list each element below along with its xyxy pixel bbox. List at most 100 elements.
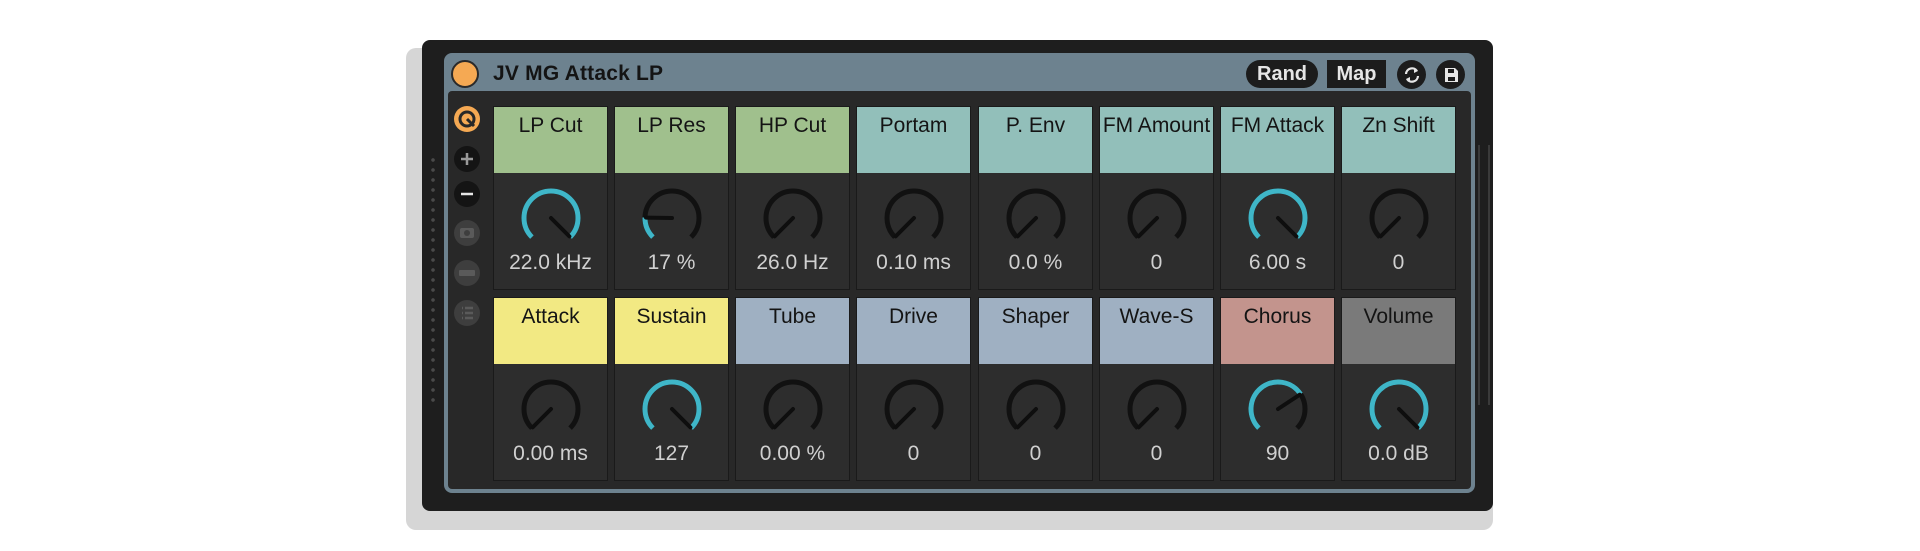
device-power-button[interactable] — [451, 60, 479, 88]
macro-knob[interactable] — [1003, 185, 1069, 251]
macro-cell: Zn Shift 0 — [1341, 106, 1456, 290]
macro-name-label[interactable]: Zn Shift — [1342, 107, 1455, 173]
knob-track — [1127, 379, 1187, 430]
macro-knob[interactable] — [760, 185, 826, 251]
macro-name-label[interactable]: HP Cut — [736, 107, 849, 173]
macro-cell: LP Cut 22.0 kHz — [493, 106, 608, 290]
knob-value-arc — [1248, 379, 1303, 430]
left-drag-grip[interactable] — [428, 155, 438, 405]
snapshot-icon[interactable] — [452, 218, 482, 248]
knob-track — [1006, 379, 1066, 430]
macro-cell: Sustain 127 — [614, 297, 729, 481]
macro-knob[interactable] — [1124, 185, 1190, 251]
knob-value-arc — [521, 188, 581, 239]
remove-macro-icon[interactable] — [452, 179, 482, 209]
macro-value: 0.00 % — [759, 442, 826, 465]
save-icon[interactable] — [1436, 60, 1465, 89]
macro-name-label[interactable]: Shaper — [979, 298, 1092, 364]
macro-knob[interactable] — [1003, 376, 1069, 442]
macro-knob[interactable] — [518, 185, 584, 251]
macro-name-label[interactable]: FM Amount — [1100, 107, 1213, 173]
macro-value: 6.00 s — [1248, 251, 1307, 274]
macro-knob[interactable] — [1366, 185, 1432, 251]
knob-track — [1369, 188, 1429, 239]
macro-knob[interactable] — [1245, 185, 1311, 251]
knob-track — [1006, 188, 1066, 239]
macro-cell: Shaper 0 — [978, 297, 1093, 481]
knob-needle — [670, 407, 693, 430]
knob-needle — [1276, 216, 1299, 239]
knob-needle — [1397, 407, 1420, 430]
macro-value: 0.00 ms — [513, 442, 588, 465]
macro-cell: FM Amount 0 — [1099, 106, 1214, 290]
macro-knob[interactable] — [881, 376, 947, 442]
macro-value: 22.0 kHz — [509, 251, 592, 274]
knob-needle — [893, 407, 916, 430]
macro-name-label[interactable]: Chorus — [1221, 298, 1334, 364]
macro-knob[interactable] — [760, 376, 826, 442]
macro-value: 0.0 % — [1008, 251, 1063, 274]
macro-name-label[interactable]: Wave-S — [1100, 298, 1213, 364]
macro-name-label[interactable]: Sustain — [615, 298, 728, 364]
knob-value-arc — [642, 217, 655, 239]
macro-name-label[interactable]: P. Env — [979, 107, 1092, 173]
knob-track — [642, 188, 702, 239]
knob-needle — [530, 407, 553, 430]
knob-needle — [1136, 407, 1159, 430]
macro-value: 0 — [1150, 442, 1163, 465]
hot-swap-icon[interactable] — [452, 104, 482, 134]
knob-track — [763, 379, 823, 430]
knob-value-arc — [1369, 379, 1429, 430]
macro-cell: LP Res 17 % — [614, 106, 729, 290]
macro-name-label[interactable]: FM Attack — [1221, 107, 1334, 173]
knob-needle — [772, 407, 795, 430]
macro-name-label[interactable]: Volume — [1342, 298, 1455, 364]
macro-value: 0.0 dB — [1368, 442, 1429, 465]
knob-track — [884, 379, 944, 430]
knob-needle — [1015, 216, 1038, 239]
macro-value: 0 — [1150, 251, 1163, 274]
macro-cell: Attack 0.00 ms — [493, 297, 608, 481]
macro-knob[interactable] — [1124, 376, 1190, 442]
macro-value: 17 % — [647, 251, 696, 274]
macro-knob[interactable] — [881, 185, 947, 251]
macro-name-label[interactable]: LP Res — [615, 107, 728, 173]
macro-value: 0 — [1029, 442, 1042, 465]
macro-name-label[interactable]: LP Cut — [494, 107, 607, 173]
knob-needle — [1136, 216, 1159, 239]
add-macro-icon[interactable] — [452, 144, 482, 174]
macro-cell: HP Cut 26.0 Hz — [735, 106, 850, 290]
macro-cell: Volume 0.0 dB — [1341, 297, 1456, 481]
knob-value-arc — [642, 379, 702, 430]
knob-needle — [893, 216, 916, 239]
knob-track — [884, 188, 944, 239]
macro-name-label[interactable]: Portam — [857, 107, 970, 173]
device-title[interactable]: JV MG Attack LP — [493, 60, 663, 88]
sync-icon[interactable] — [1397, 60, 1426, 89]
macro-value: 0.10 ms — [876, 251, 951, 274]
macro-knob[interactable] — [639, 376, 705, 442]
list-icon[interactable] — [452, 298, 482, 328]
rand-button[interactable]: Rand — [1246, 60, 1318, 88]
map-button[interactable]: Map — [1327, 60, 1386, 88]
knob-track — [521, 379, 581, 430]
knob-needle — [549, 216, 572, 239]
macro-knob[interactable] — [1366, 376, 1432, 442]
knob-needle — [1276, 392, 1302, 411]
macro-cell: Drive 0 — [856, 297, 971, 481]
macro-value: 90 — [1265, 442, 1290, 465]
macro-name-label[interactable]: Attack — [494, 298, 607, 364]
macro-cell: P. Env 0.0 % — [978, 106, 1093, 290]
knob-value-arc — [1248, 188, 1308, 239]
macro-knob[interactable] — [639, 185, 705, 251]
macro-variations-icon[interactable] — [452, 258, 482, 288]
right-resize-grip[interactable] — [1478, 145, 1490, 405]
macro-knob[interactable] — [518, 376, 584, 442]
knob-needle — [772, 216, 795, 239]
macro-knob[interactable] — [1245, 376, 1311, 442]
macro-name-label[interactable]: Tube — [736, 298, 849, 364]
macro-cell: Wave-S 0 — [1099, 297, 1214, 481]
knob-track — [1127, 188, 1187, 239]
macro-value: 0 — [907, 442, 920, 465]
macro-name-label[interactable]: Drive — [857, 298, 970, 364]
